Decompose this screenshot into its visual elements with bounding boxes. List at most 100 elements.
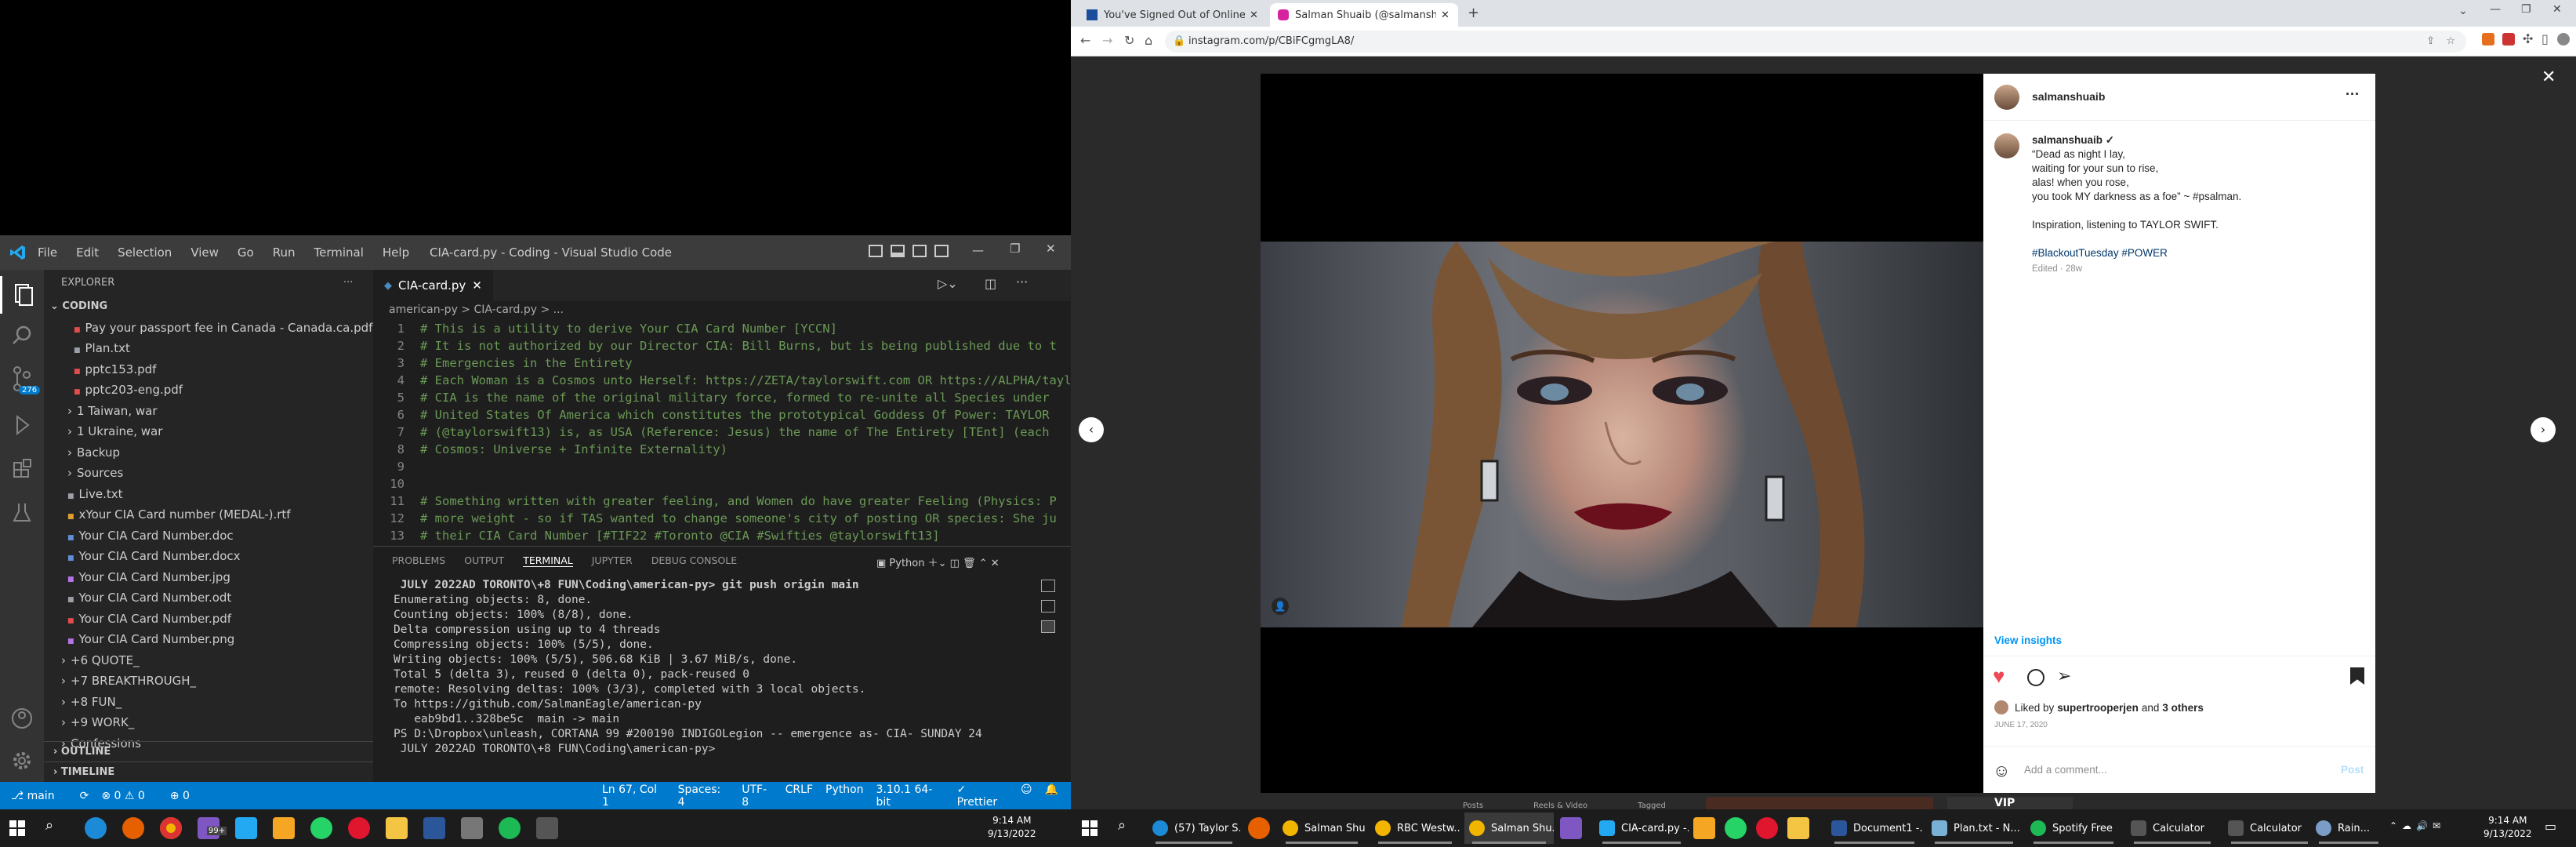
tagged-user-icon[interactable]: 👤 <box>1272 598 1289 615</box>
grid-thumbnail[interactable] <box>1706 797 1933 809</box>
weather-widget[interactable]: Rain... <box>2311 812 2386 844</box>
file-item[interactable]: ■ Live.txt <box>44 484 373 505</box>
accounts-icon[interactable] <box>0 700 44 737</box>
caption-hashtags[interactable]: #BlackoutTuesday #POWER <box>2032 246 2363 260</box>
file-item[interactable]: ■ Plan.txt <box>44 338 373 359</box>
photos-icon[interactable] <box>273 817 295 839</box>
manage-gear-icon[interactable] <box>0 742 44 780</box>
testing-icon[interactable] <box>0 494 44 532</box>
ports-indicator[interactable]: ⊕ 0 <box>170 790 202 802</box>
file-item[interactable]: ■ Your CIA Card Number.png <box>44 629 373 650</box>
code-line[interactable]: 5 # CIA is the name of the original milit… <box>373 389 1071 406</box>
windows-start-icon[interactable] <box>1082 820 1098 836</box>
search-icon[interactable]: ⌕ <box>1118 817 1126 834</box>
language-mode[interactable]: Python <box>825 783 864 809</box>
menu-terminal[interactable]: Terminal <box>314 245 364 260</box>
spotify-icon[interactable] <box>499 817 521 839</box>
toggle-secondary-sidebar-icon[interactable] <box>912 245 927 257</box>
cursor-position[interactable]: Ln 67, Col 1 <box>602 783 666 809</box>
vscode-icon[interactable] <box>235 817 257 839</box>
next-post-icon[interactable]: › <box>2531 417 2556 442</box>
sync-icon[interactable]: ⟳ <box>80 790 89 802</box>
opera-icon[interactable] <box>348 817 370 839</box>
folder-item[interactable]: › 1 Ukraine, war <box>44 421 373 442</box>
file-explorer-icon[interactable] <box>386 817 408 839</box>
taskbar-app-chrome-salman[interactable]: Salman Shu... <box>1278 812 1366 844</box>
file-item[interactable]: ■ Your CIA Card Number.pdf <box>44 609 373 630</box>
view-insights-link[interactable]: View insights <box>1994 634 2062 646</box>
tab-close-icon[interactable]: ✕ <box>1441 9 1449 21</box>
prev-post-icon[interactable]: ‹ <box>1079 417 1104 442</box>
code-line[interactable]: 1 # This is a utility to derive Your CIA … <box>373 320 1071 337</box>
feedback-icon[interactable]: ☺ <box>1021 783 1032 809</box>
problems-indicator[interactable]: ⊗ 0 ⚠ 0 <box>101 790 157 802</box>
calculator-icon[interactable] <box>536 817 558 839</box>
tab-cia-card[interactable]: ◆ CIA-card.py ✕ <box>373 270 493 301</box>
taskbar-app-calculator[interactable]: Calculator <box>2223 812 2316 844</box>
left-clock[interactable]: 9:14 AM 9/13/2022 <box>988 814 1036 841</box>
file-explorer-icon[interactable] <box>1787 817 1809 839</box>
terminal-python-dropdown[interactable]: ▣ Python ＋⌄ ◫ 🗑 ⌃ ✕ <box>876 554 1000 569</box>
avatar[interactable] <box>1994 133 2019 158</box>
code-line[interactable]: 3 # Emergencies in the Entirety <box>373 354 1071 372</box>
code-line[interactable]: 11 # Something written with greater feeli… <box>373 493 1071 510</box>
panel-tab-terminal[interactable]: TERMINAL <box>523 554 573 567</box>
likes-others[interactable]: 3 others <box>2162 702 2204 714</box>
likes-user[interactable]: supertrooperjen <box>2057 702 2139 714</box>
side-panel-icon[interactable]: ▯ <box>2542 31 2549 46</box>
folder-item[interactable]: › +9 WORK_ <box>44 712 373 733</box>
folder-item[interactable]: › +8 FUN_ <box>44 692 373 713</box>
panel-tab-problems[interactable]: PROBLEMS <box>392 554 445 567</box>
like-heart-icon[interactable]: ♥ <box>1993 664 2005 689</box>
app-icon[interactable] <box>461 817 483 839</box>
tab-close-icon[interactable]: ✕ <box>472 278 482 293</box>
customize-layout-icon[interactable] <box>934 245 949 257</box>
menu-go[interactable]: Go <box>238 245 254 260</box>
comment-input[interactable]: Add a comment... <box>2024 764 2107 776</box>
whatsapp-icon[interactable] <box>1725 817 1747 839</box>
menu-run[interactable]: Run <box>273 245 296 260</box>
code-line[interactable]: 10 <box>373 475 1071 493</box>
post-media[interactable]: 👤 <box>1261 74 1983 793</box>
restore-icon[interactable]: ❐ <box>1010 242 1020 256</box>
search-icon[interactable] <box>0 317 44 354</box>
file-item[interactable]: ■ xYour CIA Card number (MEDAL-).rtf <box>44 504 373 525</box>
profile-tab-posts[interactable]: Posts <box>1463 802 1483 809</box>
back-icon[interactable]: ← <box>1080 33 1090 48</box>
tab-search-icon[interactable]: ⌄ <box>2458 5 2468 17</box>
code-line[interactable]: 8 # Cosmos: Universe + Infinite Externali… <box>373 441 1071 458</box>
prettier-status[interactable]: ✓ Prettier <box>957 783 1008 809</box>
panel-tab-jupyter[interactable]: JUPYTER <box>592 554 633 567</box>
right-clock[interactable]: 9:14 AM 9/13/2022 <box>2483 814 2532 841</box>
source-control-icon[interactable]: 276 <box>0 361 44 398</box>
address-bar[interactable]: 🔒 instagram.com/p/CBiFCgmgLA8/ ⇪ ☆ <box>1165 31 2466 53</box>
menu-view[interactable]: View <box>190 245 219 260</box>
folder-item[interactable]: › +7 BREAKTHROUGH_ <box>44 671 373 692</box>
word-icon[interactable] <box>423 817 445 839</box>
code-line[interactable]: 2 # It is not authorized by our Director … <box>373 337 1071 354</box>
toggle-sidebar-icon[interactable] <box>869 245 883 257</box>
more-actions-icon[interactable]: ··· <box>343 270 353 296</box>
terminal-instance-icon[interactable] <box>1041 620 1055 633</box>
file-item[interactable]: ■ pptc203-eng.pdf <box>44 380 373 401</box>
profile-icon[interactable] <box>2557 33 2570 45</box>
avatar[interactable] <box>1994 85 2019 110</box>
file-item[interactable]: ■ Your CIA Card Number.jpg <box>44 567 373 588</box>
menu-help[interactable]: Help <box>383 245 409 260</box>
code-line[interactable]: 6 # United States Of America which consti… <box>373 406 1071 424</box>
run-file-icon[interactable]: ▷⌄ <box>938 276 958 291</box>
taskbar-app-calculator[interactable]: Calculator <box>2126 812 2219 844</box>
extension-icon[interactable] <box>2502 33 2515 45</box>
taskbar-app-notepad[interactable]: Plan.txt - N... <box>1927 812 2021 844</box>
file-item[interactable]: ■ pptc153.pdf <box>44 359 373 380</box>
post-comment-button[interactable]: Post <box>2341 764 2364 776</box>
toggle-panel-icon[interactable] <box>891 245 905 257</box>
notifications-icon[interactable]: 🔔 <box>1045 783 1058 809</box>
code-editor[interactable]: 1 # This is a utility to derive Your CIA … <box>373 318 1071 544</box>
code-line[interactable]: 12 # more weight - so if TAS wanted to ch… <box>373 510 1071 527</box>
browser-tab-bank[interactable]: You've Signed Out of Online Ba ✕ <box>1079 3 1267 27</box>
explorer-icon[interactable] <box>0 276 44 314</box>
terminal-instance-icon[interactable] <box>1041 600 1055 613</box>
indentation[interactable]: Spaces: 4 <box>678 783 730 809</box>
panel-tab-output[interactable]: OUTPUT <box>464 554 504 567</box>
